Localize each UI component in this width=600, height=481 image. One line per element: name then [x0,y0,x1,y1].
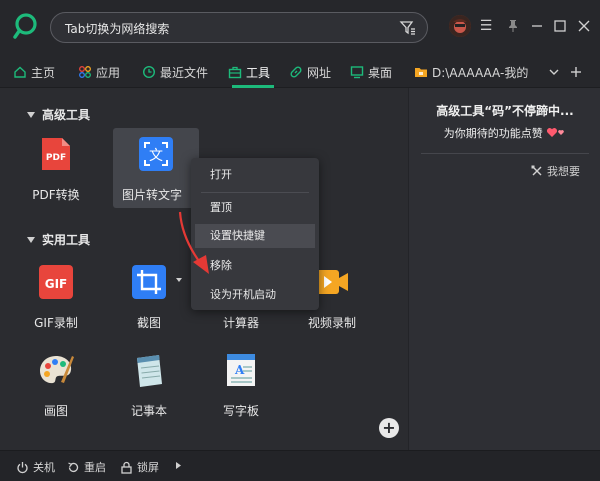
palette-icon [40,356,74,384]
tab-label: 网址 [307,65,332,80]
tool-label: 图片转文字 [121,188,182,202]
lock-screen-button[interactable]: 锁屏 [120,459,159,475]
search-placeholder: Tab切换为网络搜索 [65,22,170,36]
tab-apps[interactable]: 应用 [78,62,120,82]
chevron-down-icon[interactable] [544,62,564,82]
menu-item-open[interactable]: 打开 [195,163,315,187]
tool-label: 记事本 [130,404,167,418]
menu-icon[interactable]: ☰ [476,16,496,36]
tab-urls[interactable]: 网址 [289,62,331,82]
crop-icon [132,265,166,299]
tool-image-to-text[interactable]: 文 图片转文字 [113,128,199,208]
tool-wordpad[interactable]: A 写字板 [198,348,284,428]
tab-folder[interactable]: D:\AAAAAA-我的 [414,62,528,82]
annotation-arrow-icon [178,211,209,274]
lock-label: 锁屏 [137,461,159,474]
search-input[interactable]: Tab切换为网络搜索 [50,12,428,43]
monitor-icon [350,66,364,79]
menu-separator [201,192,309,193]
tool-paint[interactable]: 画图 [13,348,99,428]
want-button[interactable]: 我想要 [531,163,580,179]
section-title: 实用工具 [42,233,91,247]
tool-pdf-convert[interactable]: PDF PDF转换 [13,132,99,212]
pdf-icon: PDF [42,138,70,170]
tab-label: 桌面 [368,65,393,80]
tool-label: PDF转换 [32,188,80,202]
tool-label: GIF录制 [34,316,78,330]
section-advanced-tools[interactable]: 高级工具 [27,106,90,123]
tab-desktop[interactable]: 桌面 [350,62,392,82]
restart-icon [68,461,79,472]
collapse-triangle-icon [27,236,35,243]
tool-label: 计算器 [222,316,259,330]
pdf-icon-text: PDF [46,153,66,163]
link-icon [290,66,302,78]
section-title: 高级工具 [42,108,91,122]
divider [421,153,589,154]
wen-icon-text: 文 [149,148,163,164]
vote-subtitle: 为你期待的功能点赞 [409,125,600,141]
heart-icon [547,128,565,137]
tab-recent-files[interactable]: 最近文件 [142,62,208,82]
lock-icon [121,461,132,474]
toolbox-icon [228,66,242,79]
svg-text:A: A [234,363,245,377]
title-bar: Tab切换为网络搜索 ☰ [0,0,600,56]
notepad-icon [137,355,162,387]
gif-icon: GIF [39,265,73,299]
tab-label: 工具 [246,65,271,80]
tools-cross-icon [531,165,542,176]
avatar[interactable] [449,15,471,37]
shutdown-button[interactable]: 关机 [16,459,55,475]
tool-label: 视频录制 [307,316,356,330]
coming-soon-title: 高级工具“码”不停蹄中... [436,104,574,118]
collapse-triangle-icon [27,111,35,118]
tool-label: 截图 [136,316,161,330]
status-bar: 关机 重启 锁屏 [0,450,600,481]
right-panel: 高级工具“码”不停蹄中... 为你期待的功能点赞 我想要 [408,88,600,450]
tool-label: 画图 [43,404,68,418]
pin-icon[interactable] [503,16,523,36]
gif-icon-text: GIF [45,277,68,291]
tool-label: 写字板 [222,404,259,418]
wordpad-icon: A [227,354,255,386]
add-tool-button[interactable]: + [379,418,399,438]
clock-icon [142,65,156,79]
restart-label: 重启 [84,461,106,474]
tab-label: 应用 [96,65,121,80]
add-tab-icon[interactable] [566,62,586,82]
minimize-icon[interactable] [527,16,547,36]
tool-gif-record[interactable]: GIF GIF录制 [13,260,99,340]
tab-home[interactable]: 主页 [13,62,55,82]
section-practical-tools[interactable]: 实用工具 [27,231,90,248]
tool-notepad[interactable]: 记事本 [106,348,192,428]
vote-subtitle-text: 为你期待的功能点赞 [443,127,543,140]
tab-label: D:\AAAAAA-我的 [432,65,529,80]
shutdown-label: 关机 [33,461,55,474]
want-label: 我想要 [547,165,580,178]
video-camera-icon [315,270,348,294]
maximize-icon[interactable] [550,16,570,36]
folder-icon [415,68,427,77]
close-icon[interactable] [574,16,594,36]
filter-icon[interactable] [399,19,417,37]
image-to-text-icon: 文 [139,137,173,171]
tab-tools[interactable]: 工具 [228,62,270,82]
home-icon [14,66,26,78]
tab-label: 主页 [31,65,56,80]
restart-button[interactable]: 重启 [67,459,106,475]
more-arrow-icon[interactable] [172,459,185,472]
tab-label: 最近文件 [160,65,209,80]
search-logo-icon[interactable] [12,12,40,40]
power-icon [17,461,28,473]
tab-bar: 主页 应用 最近文件 工具 网址 桌面 D:\AAAAAA-我的 [0,56,600,88]
apps-icon [79,66,91,78]
active-tab-indicator [232,85,274,88]
